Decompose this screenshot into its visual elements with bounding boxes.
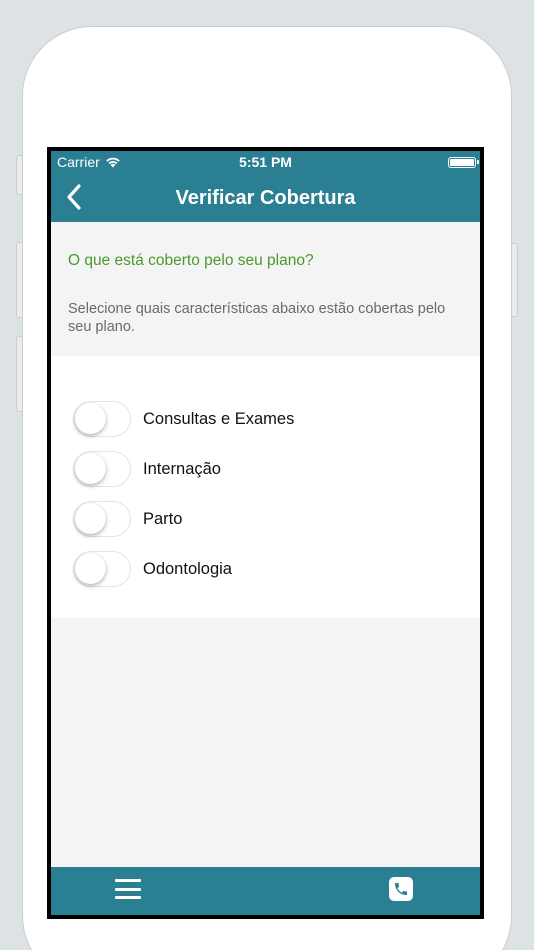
hamburger-menu-icon-line bbox=[115, 896, 141, 899]
battery-icon bbox=[448, 157, 479, 168]
option-row-odontologia: Odontologia bbox=[51, 544, 480, 594]
toggle-internacao[interactable] bbox=[73, 451, 131, 487]
toggle-knob bbox=[75, 553, 106, 584]
app-screen: Carrier 5:51 PM Verificar Cobertura O qu… bbox=[51, 151, 480, 915]
option-row-internacao: Internação bbox=[51, 444, 480, 494]
option-row-parto: Parto bbox=[51, 494, 480, 544]
battery-level bbox=[450, 159, 474, 166]
intro-description: Selecione quais características abaixo e… bbox=[68, 301, 446, 335]
toggle-knob bbox=[75, 503, 106, 534]
coverage-options-list: Consultas e Exames Internação Parto Odon… bbox=[51, 356, 480, 618]
menu-button[interactable] bbox=[115, 877, 141, 901]
toggle-parto[interactable] bbox=[73, 501, 131, 537]
option-label: Internação bbox=[143, 459, 221, 478]
option-label: Parto bbox=[143, 509, 183, 528]
toggle-odontologia[interactable] bbox=[73, 551, 131, 587]
intro-section: O que está coberto pelo seu plano? Selec… bbox=[51, 222, 480, 356]
navigation-bar: Verificar Cobertura bbox=[51, 173, 480, 222]
hamburger-menu-icon-line bbox=[115, 879, 141, 882]
phone-icon bbox=[395, 883, 407, 895]
intro-title: O que está coberto pelo seu plano? bbox=[68, 252, 314, 269]
call-button[interactable] bbox=[389, 877, 413, 901]
status-time: 5:51 PM bbox=[239, 154, 292, 170]
hamburger-menu-icon-line bbox=[115, 887, 141, 891]
option-label: Odontologia bbox=[143, 559, 232, 578]
toggle-knob bbox=[75, 453, 106, 484]
toggle-consultas-exames[interactable] bbox=[73, 401, 131, 437]
option-row-consultas: Consultas e Exames bbox=[51, 394, 480, 444]
option-label: Consultas e Exames bbox=[143, 409, 295, 428]
page-title: Verificar Cobertura bbox=[175, 187, 356, 209]
toggle-knob bbox=[75, 403, 106, 434]
device-screen: Carrier 5:51 PM Verificar Cobertura O qu… bbox=[47, 147, 484, 919]
bottom-tab-bar bbox=[51, 867, 480, 915]
status-bar: Carrier 5:51 PM bbox=[51, 151, 480, 173]
